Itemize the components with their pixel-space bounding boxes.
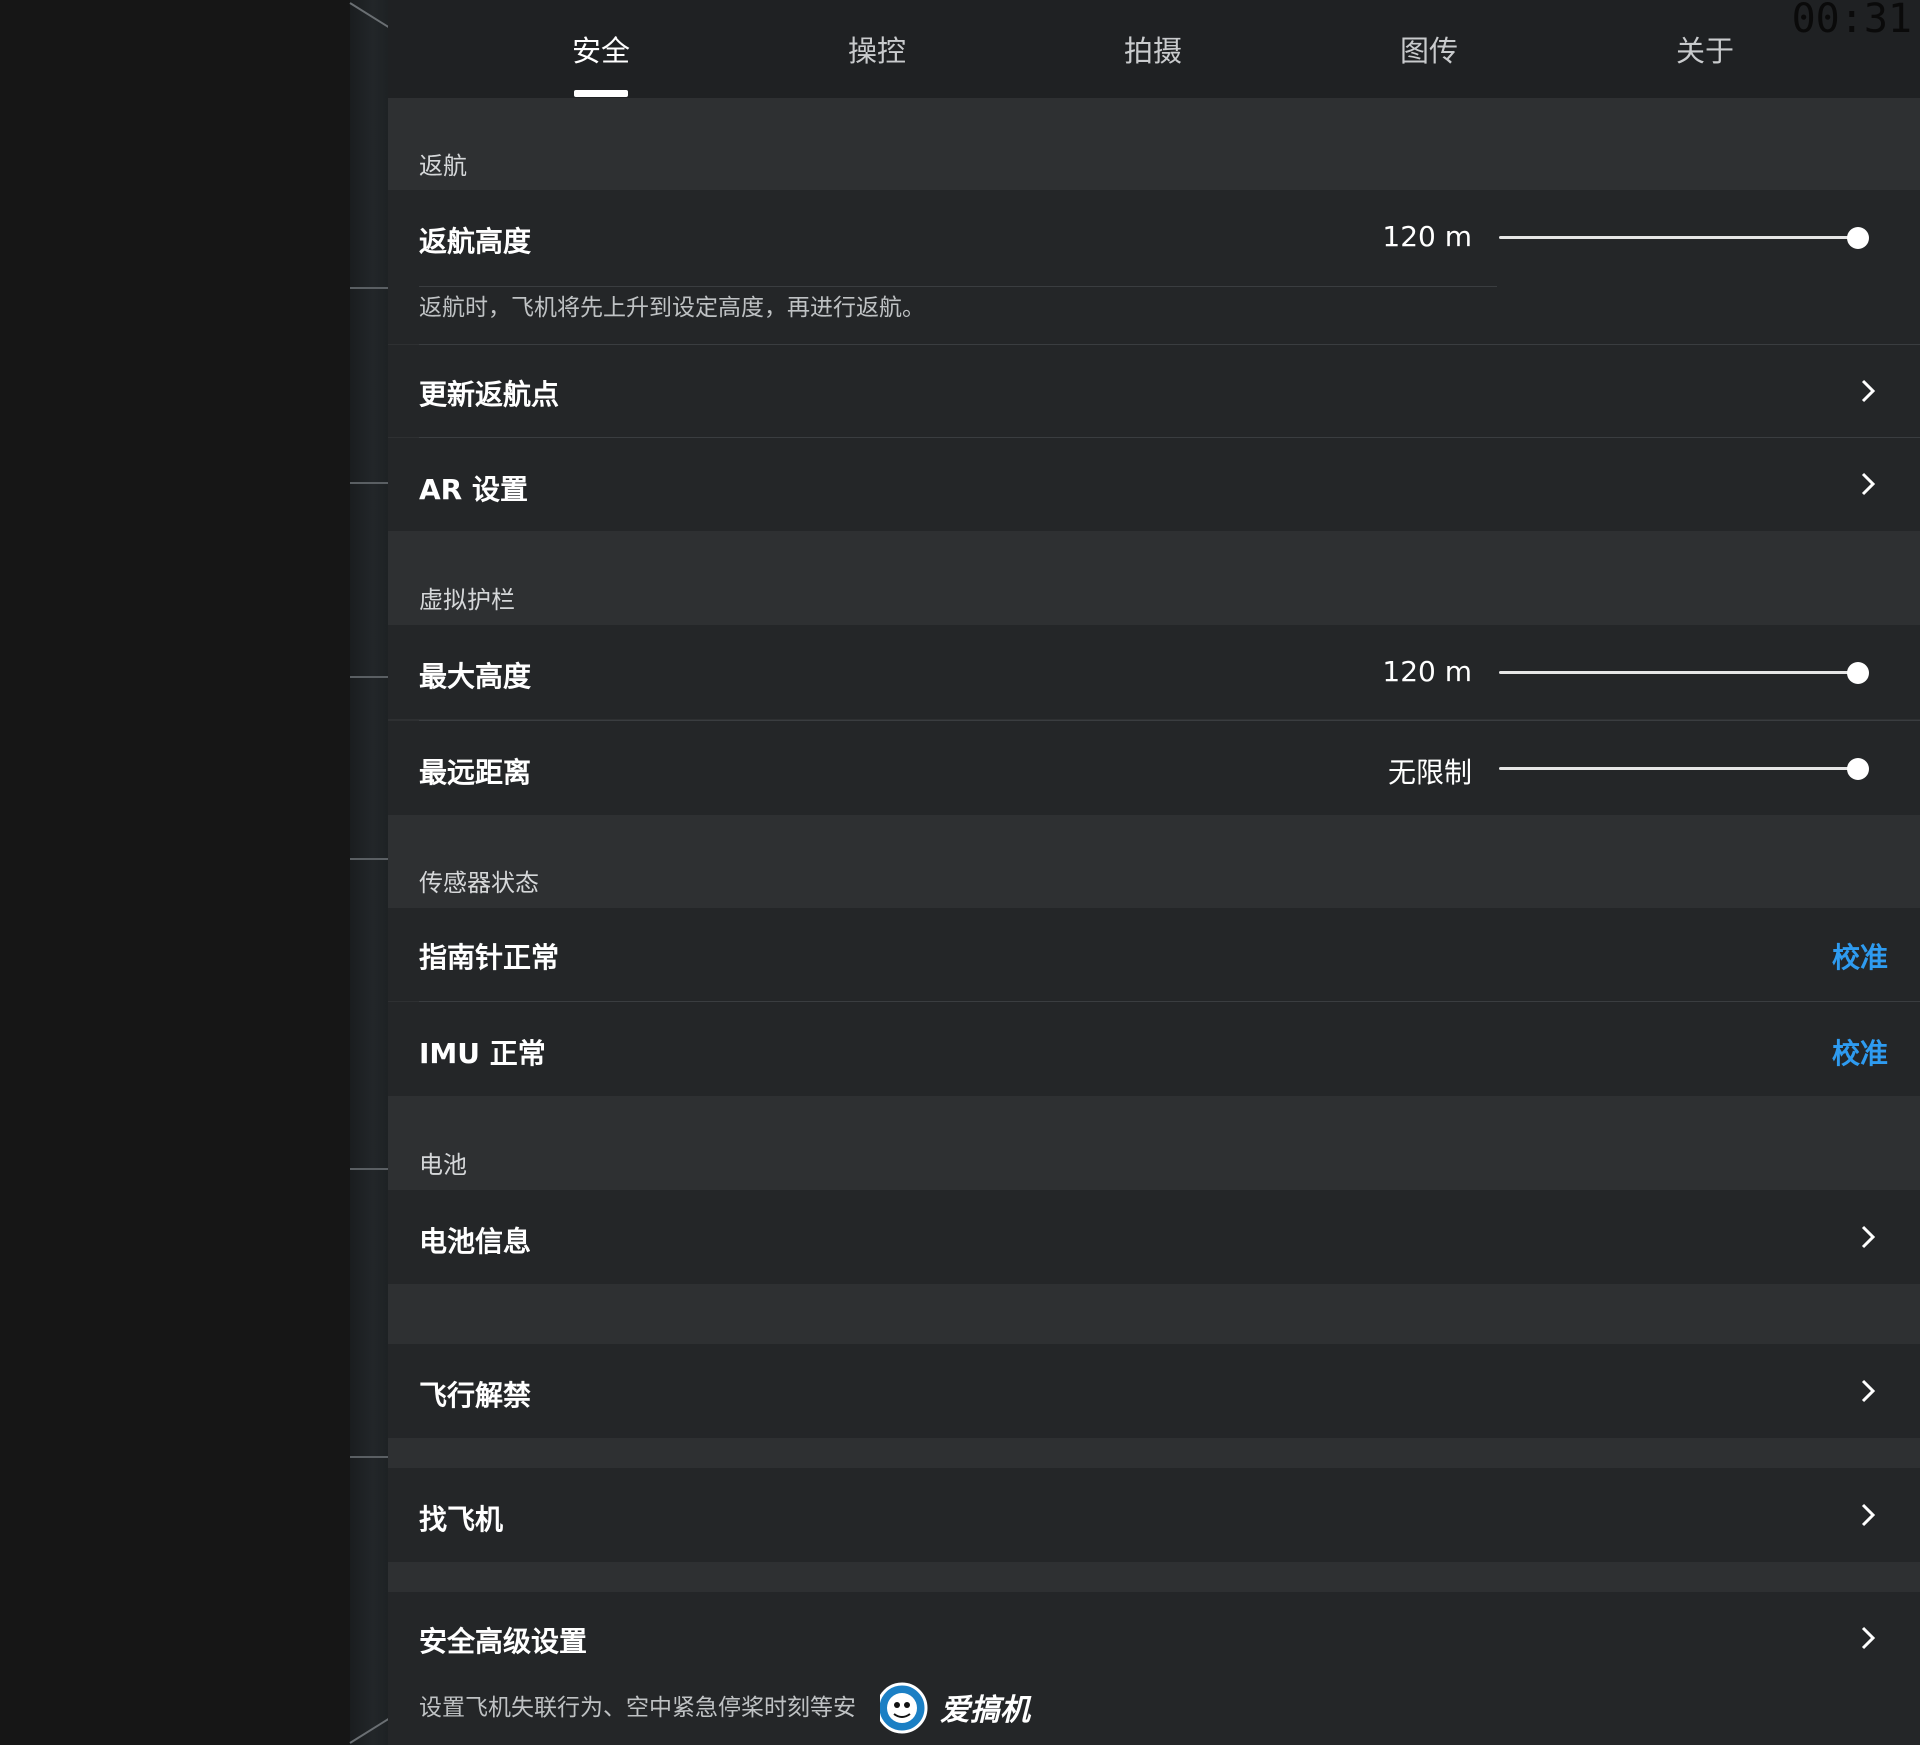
advanced-safety-description: 设置飞机失联行为、空中紧急停桨时刻等安 xyxy=(419,1695,856,1721)
status-clock: 00:31 xyxy=(1791,0,1912,42)
rth-altitude-row: 返航高度 120 m 返航时，飞机将先上升到设定高度，再进行返航。 xyxy=(388,190,1920,344)
max-height-slider-knob[interactable] xyxy=(1847,662,1869,684)
max-distance-slider-knob[interactable] xyxy=(1847,758,1869,780)
update-home-row[interactable]: 更新返航点 xyxy=(388,345,1920,437)
chevron-right-icon xyxy=(1861,1379,1876,1403)
divider xyxy=(419,286,1497,287)
flight-unlock-label: 飞行解禁 xyxy=(419,1379,532,1412)
max-height-value: 120 m xyxy=(1382,655,1472,688)
tab-control[interactable]: 操控 xyxy=(797,28,957,72)
compass-row: 指南针正常 校准 xyxy=(388,908,1920,1001)
rth-altitude-slider-knob[interactable] xyxy=(1847,227,1869,249)
chevron-right-icon xyxy=(1861,379,1876,403)
advanced-safety-label: 安全高级设置 xyxy=(419,1625,588,1658)
section-title-sensors: 传感器状态 xyxy=(419,869,539,897)
edge-tick xyxy=(350,858,388,860)
imu-status-label: IMU 正常 xyxy=(419,1037,546,1070)
edge-tick xyxy=(350,482,388,484)
section-title-battery: 电池 xyxy=(419,1151,467,1179)
edge-tick xyxy=(350,1456,388,1458)
watermark-text: 爱搞机 xyxy=(940,1693,1030,1728)
tab-safety[interactable]: 安全 xyxy=(521,28,681,72)
edge-tick xyxy=(350,1168,388,1170)
tab-camera[interactable]: 拍摄 xyxy=(1073,28,1233,72)
section-title-rth: 返航 xyxy=(419,152,467,180)
background-left xyxy=(0,0,350,1745)
battery-info-row[interactable]: 电池信息 xyxy=(388,1190,1920,1284)
section-title-fence: 虚拟护栏 xyxy=(419,586,515,614)
rth-altitude-value: 120 m xyxy=(1382,220,1472,253)
battery-info-label: 电池信息 xyxy=(419,1225,532,1258)
chevron-right-icon xyxy=(1861,1503,1876,1527)
tab-bar: 安全 操控 拍摄 图传 关于 00:31 xyxy=(388,0,1920,98)
side-edge xyxy=(350,0,388,1745)
advanced-safety-row[interactable]: 安全高级设置 设置飞机失联行为、空中紧急停桨时刻等安 xyxy=(388,1592,1920,1745)
compass-status-label: 指南针正常 xyxy=(419,941,560,974)
find-aircraft-row[interactable]: 找飞机 xyxy=(388,1468,1920,1562)
max-distance-row: 最远距离 无限制 xyxy=(388,721,1920,815)
max-height-row: 最大高度 120 m xyxy=(388,625,1920,719)
chevron-right-icon xyxy=(1861,1225,1876,1249)
compass-calibrate-button[interactable]: 校准 xyxy=(1832,936,1888,976)
max-distance-slider[interactable] xyxy=(1499,767,1859,770)
settings-panel: 安全 操控 拍摄 图传 关于 00:31 返航 返航高度 120 m 返航时，飞… xyxy=(388,0,1920,1745)
flight-unlock-row[interactable]: 飞行解禁 xyxy=(388,1344,1920,1438)
update-home-label: 更新返航点 xyxy=(419,378,560,411)
rth-altitude-label: 返航高度 xyxy=(419,225,532,258)
max-distance-label: 最远距离 xyxy=(419,756,532,789)
ar-settings-label: AR 设置 xyxy=(419,473,528,506)
rth-altitude-slider[interactable] xyxy=(1499,236,1859,239)
find-aircraft-label: 找飞机 xyxy=(419,1503,504,1536)
tab-transmission[interactable]: 图传 xyxy=(1349,28,1509,72)
max-height-slider[interactable] xyxy=(1499,671,1859,674)
imu-calibrate-button[interactable]: 校准 xyxy=(1832,1032,1888,1072)
chevron-right-icon xyxy=(1861,472,1876,496)
imu-row: IMU 正常 校准 xyxy=(388,1002,1920,1096)
max-distance-value: 无限制 xyxy=(1387,756,1472,789)
edge-tick xyxy=(350,676,388,678)
rth-altitude-description: 返航时，飞机将先上升到设定高度，再进行返航。 xyxy=(419,295,925,321)
tab-about[interactable]: 关于 xyxy=(1625,28,1785,72)
ar-settings-row[interactable]: AR 设置 xyxy=(388,438,1920,531)
edge-tick xyxy=(350,287,388,289)
max-height-label: 最大高度 xyxy=(419,660,532,693)
chevron-right-icon xyxy=(1861,1626,1876,1650)
active-tab-indicator xyxy=(574,90,628,97)
